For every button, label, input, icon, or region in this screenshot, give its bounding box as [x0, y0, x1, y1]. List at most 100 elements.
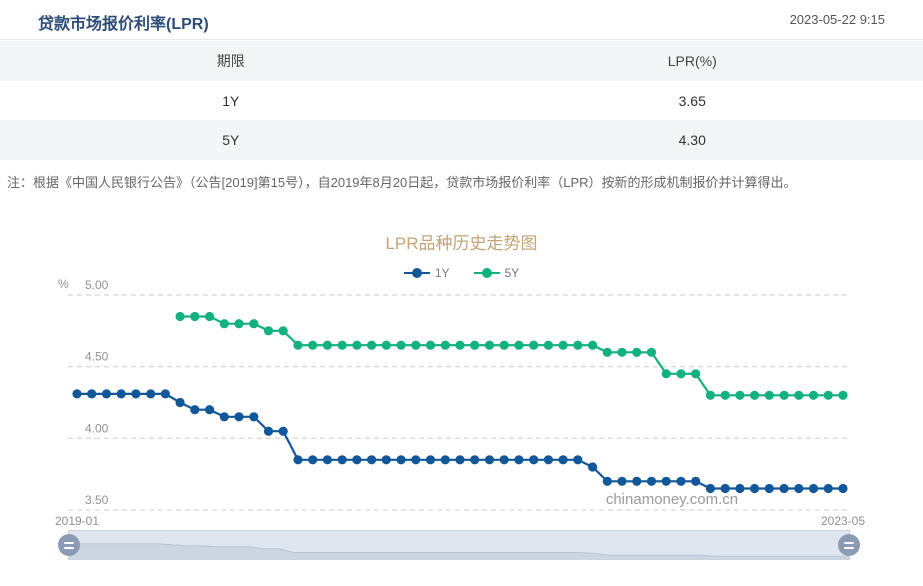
data-point-1Y	[632, 477, 641, 486]
data-zoom-right-handle[interactable]	[838, 534, 860, 556]
data-point-1Y	[382, 455, 391, 464]
lpr-rate-table: 期限 LPR(%) 1Y 3.65 5Y 4.30	[0, 41, 923, 160]
data-point-1Y	[529, 455, 538, 464]
data-point-1Y	[264, 427, 273, 436]
data-point-5Y	[220, 319, 229, 328]
data-point-5Y	[190, 312, 199, 321]
page-header: 贷款市场报价利率(LPR) 2023-05-22 9:15	[0, 0, 923, 40]
data-point-5Y	[323, 341, 332, 350]
data-point-1Y	[455, 455, 464, 464]
x-axis-label-end: 2023-05	[821, 514, 865, 528]
data-point-5Y	[338, 341, 347, 350]
data-point-1Y	[338, 455, 347, 464]
chart-title: LPR品种历史走势图	[0, 229, 923, 254]
term-cell: 1Y	[0, 93, 462, 109]
data-point-5Y	[426, 341, 435, 350]
data-point-5Y	[397, 341, 406, 350]
data-point-1Y	[146, 389, 155, 398]
data-point-5Y	[750, 391, 759, 400]
lpr-page: 贷款市场报价利率(LPR) 2023-05-22 9:15 期限 LPR(%) …	[0, 0, 923, 586]
data-point-5Y	[470, 341, 479, 350]
y-axis-unit: %	[58, 277, 69, 291]
data-point-1Y	[367, 455, 376, 464]
data-point-1Y	[750, 484, 759, 493]
data-point-5Y	[500, 341, 509, 350]
y-tick-label: 4.00	[85, 421, 109, 435]
data-point-1Y	[161, 389, 170, 398]
data-point-1Y	[559, 455, 568, 464]
y-tick-label: 5.00	[85, 278, 109, 292]
data-point-5Y	[603, 348, 612, 357]
data-point-1Y	[131, 389, 140, 398]
data-point-1Y	[176, 398, 185, 407]
data-point-1Y	[765, 484, 774, 493]
data-point-1Y	[279, 427, 288, 436]
data-point-1Y	[234, 412, 243, 421]
data-point-1Y	[824, 484, 833, 493]
data-point-5Y	[176, 312, 185, 321]
column-header-rate: LPR(%)	[462, 53, 923, 69]
data-point-5Y	[367, 341, 376, 350]
table-header-row: 期限 LPR(%)	[0, 41, 923, 81]
data-point-1Y	[411, 455, 420, 464]
data-point-1Y	[603, 477, 612, 486]
data-point-5Y	[721, 391, 730, 400]
data-point-1Y	[397, 455, 406, 464]
data-point-1Y	[426, 455, 435, 464]
data-zoom-left-handle[interactable]	[58, 534, 80, 556]
data-point-5Y	[838, 391, 847, 400]
data-point-5Y	[544, 341, 553, 350]
footnote: 注：根据《中国人民银行公告》（公告[2019]第15号），自2019年8月20日…	[7, 172, 917, 191]
data-point-5Y	[529, 341, 538, 350]
page-title: 贷款市场报价利率(LPR)	[38, 10, 209, 34]
data-point-5Y	[352, 341, 361, 350]
data-point-1Y	[441, 455, 450, 464]
data-point-1Y	[735, 484, 744, 493]
data-point-1Y	[220, 412, 229, 421]
data-point-5Y	[205, 312, 214, 321]
data-point-1Y	[514, 455, 523, 464]
data-point-1Y	[544, 455, 553, 464]
table-row-5y: 5Y 4.30	[0, 120, 923, 160]
quote-timestamp: 2023-05-22 9:15	[790, 12, 885, 27]
data-point-1Y	[676, 477, 685, 486]
x-axis-label-start: 2019-01	[55, 514, 99, 528]
data-point-5Y	[809, 391, 818, 400]
data-point-1Y	[706, 484, 715, 493]
lpr-history-chart[interactable]: 5.00 4.50 4.00 3.50% chinamoney.com.cn 2019-0…	[0, 268, 923, 530]
data-point-5Y	[588, 341, 597, 350]
data-point-1Y	[647, 477, 656, 486]
data-point-1Y	[470, 455, 479, 464]
table-row-1y: 1Y 3.65	[0, 81, 923, 121]
data-point-1Y	[352, 455, 361, 464]
data-point-1Y	[838, 484, 847, 493]
data-point-1Y	[809, 484, 818, 493]
data-point-1Y	[205, 405, 214, 414]
data-zoom-shadow	[69, 531, 849, 559]
data-point-1Y	[780, 484, 789, 493]
term-cell: 5Y	[0, 132, 462, 148]
data-point-5Y	[765, 391, 774, 400]
rate-cell: 3.65	[462, 93, 923, 109]
data-point-5Y	[485, 341, 494, 350]
data-point-1Y	[117, 389, 126, 398]
data-point-5Y	[455, 341, 464, 350]
watermark: chinamoney.com.cn	[606, 491, 738, 508]
data-point-5Y	[559, 341, 568, 350]
data-point-5Y	[441, 341, 450, 350]
data-point-1Y	[308, 455, 317, 464]
data-point-1Y	[87, 389, 96, 398]
data-point-1Y	[573, 455, 582, 464]
y-tick-label: 3.50	[85, 493, 109, 507]
y-tick-label: 4.50	[85, 350, 109, 364]
data-point-5Y	[234, 319, 243, 328]
data-point-1Y	[485, 455, 494, 464]
data-zoom-slider[interactable]	[68, 530, 850, 560]
data-point-5Y	[676, 369, 685, 378]
data-point-5Y	[293, 341, 302, 350]
data-point-5Y	[662, 369, 671, 378]
data-point-5Y	[794, 391, 803, 400]
data-point-5Y	[735, 391, 744, 400]
data-point-1Y	[721, 484, 730, 493]
data-point-5Y	[647, 348, 656, 357]
